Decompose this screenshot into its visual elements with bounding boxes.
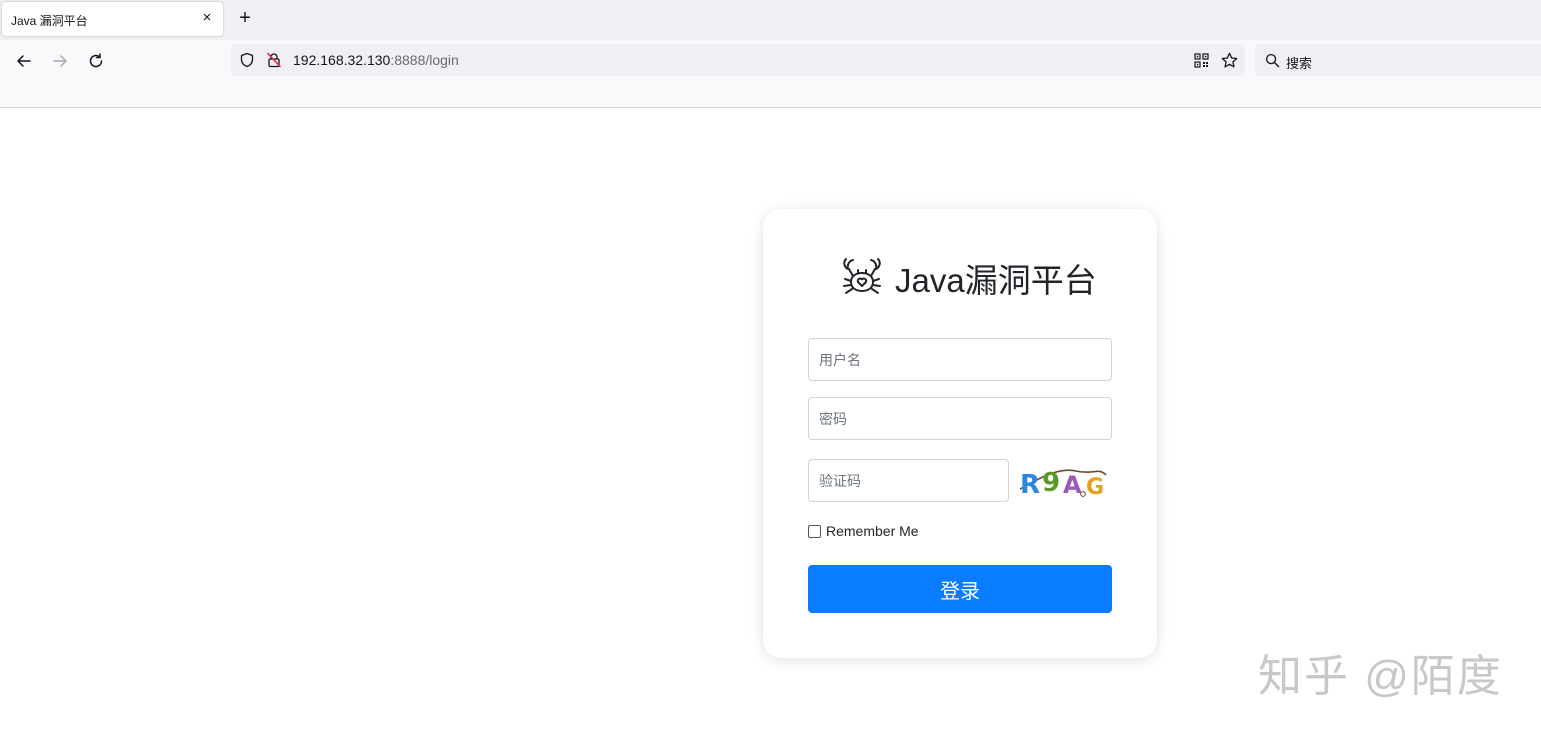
tab-bar: Java 漏洞平台 × + xyxy=(0,0,1541,40)
username-input[interactable] xyxy=(808,338,1112,381)
crab-icon xyxy=(843,258,881,294)
shield-icon[interactable] xyxy=(239,52,255,68)
captcha-char-1: R xyxy=(1020,470,1040,499)
forward-button[interactable] xyxy=(47,48,73,74)
login-card: Java漏洞平台 R 9 A G Remember Me 登录 xyxy=(763,209,1157,658)
qr-code-icon[interactable] xyxy=(1193,52,1209,68)
url-bar[interactable]: 192.168.32.130:8888/login xyxy=(231,44,1245,76)
navigation-bar: 192.168.32.130:8888/login 搜索 xyxy=(0,40,1541,108)
captcha-input[interactable] xyxy=(808,459,1009,502)
url-path: :8888/login xyxy=(390,52,459,68)
reload-button[interactable] xyxy=(83,48,109,74)
back-button[interactable] xyxy=(11,48,37,74)
tab-close-icon[interactable]: × xyxy=(199,9,215,27)
captcha-char-2: 9 xyxy=(1042,468,1060,498)
new-tab-button[interactable]: + xyxy=(233,6,257,30)
search-bar[interactable]: 搜索 xyxy=(1255,44,1541,76)
login-button[interactable]: 登录 xyxy=(808,565,1112,613)
remember-me-label: Remember Me xyxy=(826,523,919,539)
url-text[interactable]: 192.168.32.130:8888/login xyxy=(293,52,459,68)
insecure-lock-icon[interactable] xyxy=(266,52,282,68)
arrow-left-icon xyxy=(17,55,31,67)
captcha-image[interactable]: R 9 A G xyxy=(1018,461,1108,499)
arrow-right-icon xyxy=(53,55,67,67)
password-input[interactable] xyxy=(808,397,1112,440)
bookmark-star-icon[interactable] xyxy=(1220,51,1238,69)
browser-tab[interactable]: Java 漏洞平台 × xyxy=(2,2,223,36)
reload-icon xyxy=(89,53,103,68)
remember-me[interactable]: Remember Me xyxy=(808,523,919,539)
watermark: 知乎 @陌度 xyxy=(1258,652,1503,701)
tab-title: Java 漏洞平台 xyxy=(11,14,88,28)
page-title: Java漏洞平台 xyxy=(895,262,1097,299)
brand-header: Java漏洞平台 xyxy=(839,253,1097,303)
captcha-char-4: G xyxy=(1086,475,1104,499)
url-host: 192.168.32.130 xyxy=(293,52,391,68)
search-icon xyxy=(1264,52,1280,68)
remember-me-checkbox[interactable] xyxy=(808,524,821,538)
captcha-char-3: A xyxy=(1063,471,1082,499)
search-placeholder: 搜索 xyxy=(1286,56,1313,71)
